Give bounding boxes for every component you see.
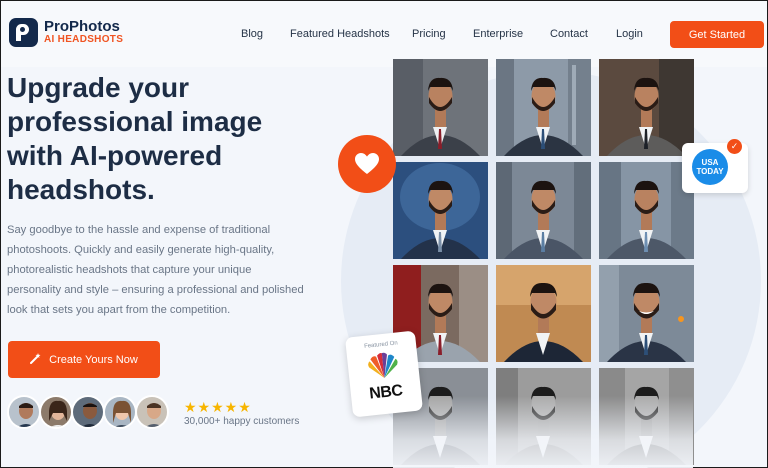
hero-title-line: headshots.	[7, 174, 155, 205]
nav-featured-headshots[interactable]: Featured Headshots	[290, 28, 390, 40]
check-icon: ✓	[727, 139, 742, 154]
nbc-logo-text: NBC	[368, 382, 404, 403]
headshot-photo	[599, 265, 694, 362]
brand-subtitle: AI HEADSHOTS	[44, 34, 124, 45]
grid-fade-overlay	[393, 396, 693, 468]
happy-customers-text: 30,000+ happy customers	[184, 416, 300, 427]
nbc-featured-badge: Featured On NBC	[345, 330, 423, 418]
nbc-peacock-icon	[368, 352, 398, 378]
avatar	[39, 395, 73, 429]
create-yours-now-label: Create Yours Now	[49, 353, 138, 366]
hero-title-line: with AI-powered	[7, 140, 223, 171]
brand-name: ProPhotos	[44, 18, 120, 35]
decorative-dot	[678, 316, 684, 322]
nav-contact[interactable]: Contact	[550, 28, 588, 40]
avatar	[103, 395, 137, 429]
heart-icon	[338, 135, 396, 193]
nav-enterprise[interactable]: Enterprise	[473, 28, 523, 40]
create-yours-now-button[interactable]: Create Yours Now	[8, 341, 160, 378]
hero-title-line: Upgrade your	[7, 72, 190, 103]
headshot-photo	[496, 59, 591, 156]
usa-today-logo: USA TODAY	[692, 149, 728, 185]
hero-title: Upgrade your professional image with AI-…	[7, 71, 307, 207]
headshot-photo	[496, 265, 591, 362]
rating-stars: ★★★★★	[184, 399, 252, 415]
avatar	[7, 395, 41, 429]
hero-description: Say goodbye to the hassle and expense of…	[7, 224, 304, 316]
hero-title-line: professional image	[7, 106, 263, 137]
get-started-button[interactable]: Get Started	[670, 21, 764, 48]
avatar	[135, 395, 169, 429]
magic-wand-icon	[30, 352, 42, 367]
logo-text: ProPhotos AI HEADSHOTS	[44, 19, 123, 46]
nav-pricing[interactable]: Pricing	[412, 28, 446, 40]
featured-on-label: Featured On	[363, 340, 399, 350]
site-header: ProPhotos AI HEADSHOTS Blog Featured Hea…	[1, 1, 767, 67]
headshot-photo	[393, 59, 488, 156]
logo[interactable]: ProPhotos AI HEADSHOTS	[9, 18, 123, 47]
headshot-photo	[599, 59, 694, 156]
headshot-photo	[393, 162, 488, 259]
logo-mark-icon	[9, 18, 38, 47]
nav-login[interactable]: Login	[616, 28, 643, 40]
headshot-photo	[496, 162, 591, 259]
headshot-photo	[599, 162, 694, 259]
avatar	[71, 395, 105, 429]
nav-blog[interactable]: Blog	[241, 28, 263, 40]
